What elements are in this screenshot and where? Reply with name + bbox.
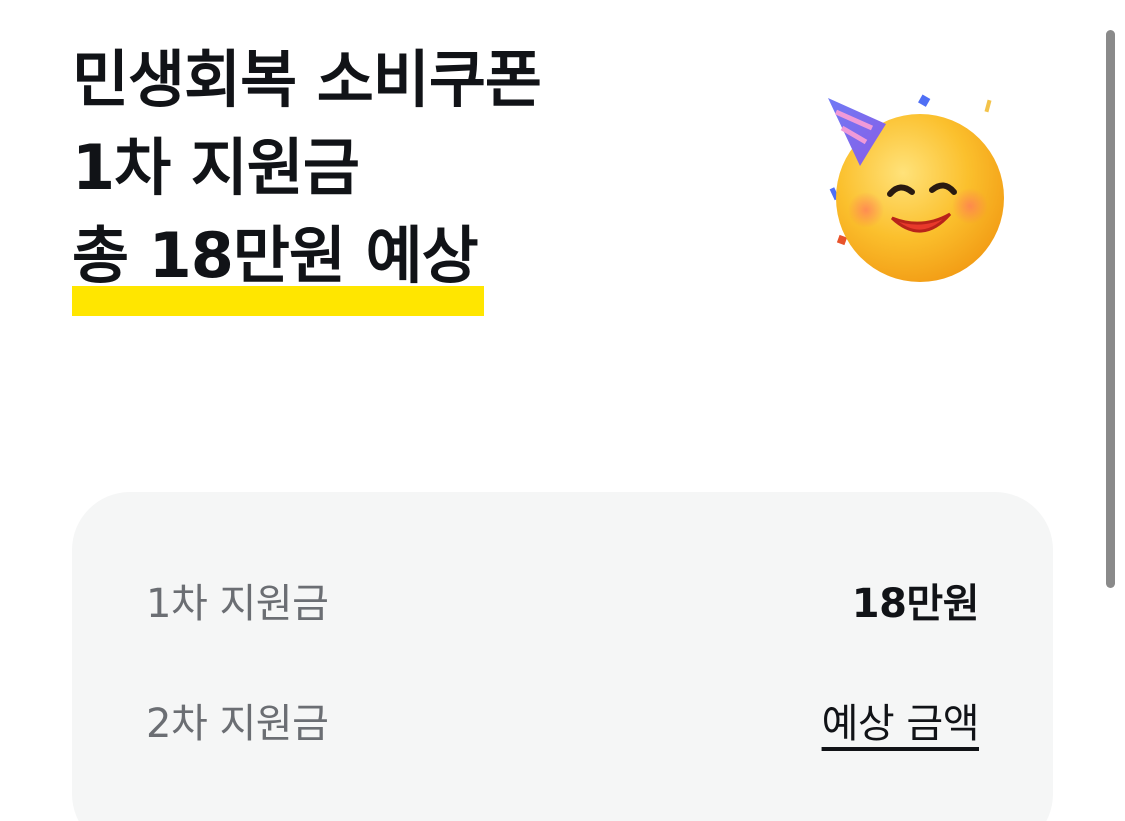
estimated-amount-link[interactable]: 예상 금액 bbox=[822, 691, 980, 749]
page: 민생회복 소비쿠폰 1차 지원금 총 18만원 예상 1차 지원금 18만원 2… bbox=[0, 0, 1125, 821]
headline-total: 총 18만원 예상 bbox=[72, 212, 752, 316]
second-support-row: 2차 지원금 예상 금액 bbox=[146, 690, 980, 750]
headline-title: 민생회복 소비쿠폰 bbox=[72, 43, 542, 116]
headline-subtitle: 1차 지원금 bbox=[72, 131, 360, 204]
first-support-label: 1차 지원금 bbox=[146, 581, 329, 627]
party-face-emoji-icon bbox=[820, 90, 1020, 290]
second-support-label: 2차 지원금 bbox=[146, 701, 329, 747]
scrollbar[interactable] bbox=[1106, 30, 1115, 588]
highlighted-total: 총 18만원 예상 bbox=[72, 212, 484, 316]
summary-card: 1차 지원금 18만원 2차 지원금 예상 금액 bbox=[72, 492, 1053, 821]
first-support-row: 1차 지원금 18만원 bbox=[146, 570, 980, 630]
first-support-amount: 18만원 bbox=[851, 581, 980, 627]
headline: 민생회복 소비쿠폰 1차 지원금 총 18만원 예상 bbox=[72, 36, 752, 316]
